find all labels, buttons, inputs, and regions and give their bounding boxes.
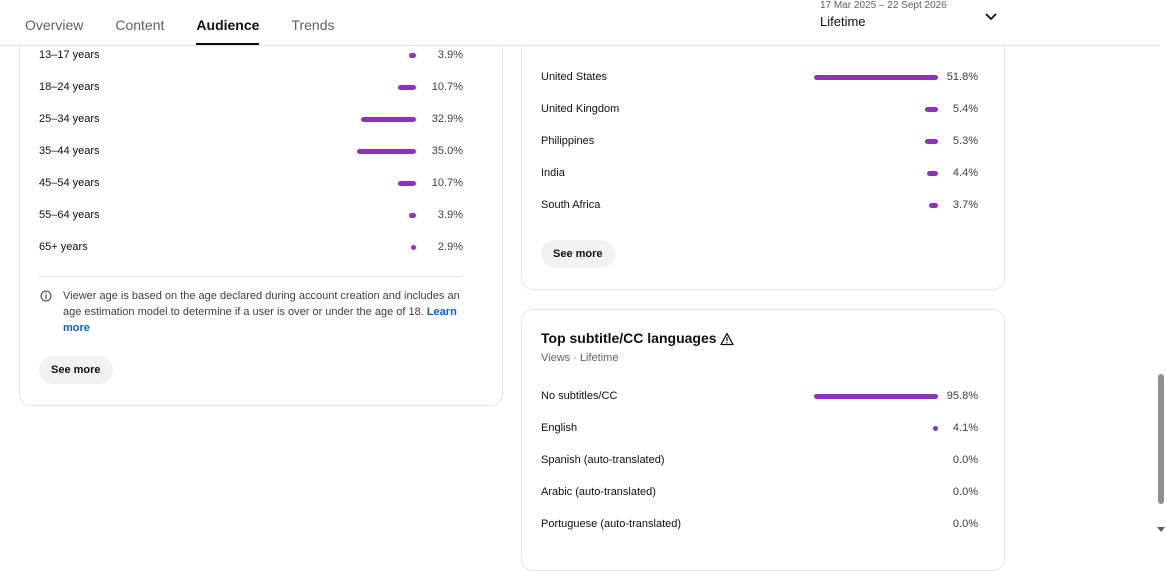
row-percent: 10.7% — [431, 177, 463, 189]
row-label: 45–54 years — [39, 177, 100, 189]
geography-row: United States 51.8% — [541, 67, 978, 87]
row-percent: 4.1% — [952, 422, 978, 434]
row-percent: 35.0% — [431, 145, 463, 157]
age-row: 25–34 years 32.9% — [39, 109, 463, 129]
viewer-age-card: 13–17 years 3.9% 18–24 years 10.7% 25–34 yea… — [19, 10, 503, 406]
row-percent: 95.8% — [946, 390, 978, 402]
row-bar — [409, 213, 416, 218]
geo-see-more-button[interactable]: See more — [541, 240, 615, 268]
age-row: 65+ years 2.9% — [39, 237, 463, 257]
tab-bar: Overview Content Audience Trends — [25, 0, 366, 45]
scroll-down-arrow-icon[interactable] — [1157, 527, 1165, 532]
row-label: Arabic (auto-translated) — [541, 486, 656, 498]
age-see-more-button[interactable]: See more — [39, 356, 113, 384]
row-percent: 0.0% — [952, 518, 978, 530]
subtitle-language-row: English 4.1% — [541, 418, 978, 438]
row-bar — [925, 107, 938, 112]
age-note-text: Viewer age is based on the age declared … — [63, 290, 460, 318]
row-bar — [398, 181, 416, 186]
row-percent: 2.9% — [437, 241, 463, 253]
tab-trends[interactable]: Trends — [291, 0, 334, 45]
row-percent: 3.9% — [437, 49, 463, 61]
row-label: Philippines — [541, 135, 595, 147]
subtitle-language-row: Arabic (auto-translated) 0.0% — [541, 482, 978, 502]
row-percent: 0.0% — [952, 486, 978, 498]
tab-audience[interactable]: Audience — [196, 0, 260, 45]
row-percent: 51.8% — [946, 71, 978, 83]
row-bar — [814, 75, 938, 80]
card-subtitle: Views · Lifetime — [541, 352, 619, 364]
row-label: India — [541, 167, 565, 179]
subtitle-language-row: Portuguese (auto-translated) 0.0% — [541, 514, 978, 534]
geography-row: South Africa 3.7% — [541, 195, 978, 215]
card-title: Top subtitle/CC languages — [541, 330, 717, 346]
geography-row: United Kingdom 5.4% — [541, 99, 978, 119]
date-range-text: 17 Mar 2025 – 22 Sept 2026 — [820, 0, 947, 11]
row-percent: 3.7% — [952, 199, 978, 211]
row-label: 65+ years — [39, 241, 88, 253]
row-bar — [929, 203, 938, 208]
divider — [39, 276, 462, 277]
age-row: 55–64 years 3.9% — [39, 205, 463, 225]
tab-content[interactable]: Content — [115, 0, 164, 45]
age-row: 45–54 years 10.7% — [39, 173, 463, 193]
age-row: 35–44 years 35.0% — [39, 141, 463, 161]
row-bar — [357, 149, 416, 154]
age-note: Viewer age is based on the age declared … — [63, 288, 463, 336]
scrollbar-thumb[interactable] — [1158, 374, 1164, 504]
date-range-selector[interactable]: 17 Mar 2025 – 22 Sept 2026 Lifetime — [820, 0, 1010, 44]
date-period-text: Lifetime — [820, 14, 866, 29]
row-percent: 5.3% — [952, 135, 978, 147]
row-label: 13–17 years — [39, 49, 100, 61]
row-label: South Africa — [541, 199, 601, 211]
row-label: 18–24 years — [39, 81, 100, 93]
subtitle-language-row: Spanish (auto-translated) 0.0% — [541, 450, 978, 470]
row-label: 25–34 years — [39, 113, 100, 125]
row-percent: 5.4% — [952, 103, 978, 115]
row-percent: 0.0% — [952, 454, 978, 466]
row-percent: 10.7% — [431, 81, 463, 93]
age-row: 18–24 years 10.7% — [39, 77, 463, 97]
chevron-down-icon — [985, 13, 997, 21]
row-label: 35–44 years — [39, 145, 100, 157]
age-row: 13–17 years 3.9% — [39, 45, 463, 65]
info-icon — [40, 290, 52, 302]
geography-row: India 4.4% — [541, 163, 978, 183]
geography-row: Philippines 5.3% — [541, 131, 978, 151]
row-label: United States — [541, 71, 608, 83]
row-label: No subtitles/CC — [541, 390, 618, 402]
row-bar — [925, 139, 938, 144]
row-label: English — [541, 422, 578, 434]
warning-icon[interactable] — [720, 332, 734, 346]
row-bar — [360, 117, 416, 122]
row-bar — [411, 245, 416, 250]
row-label: Spanish (auto-translated) — [541, 454, 665, 466]
page-scrollbar[interactable] — [1156, 0, 1166, 537]
tab-overview[interactable]: Overview — [25, 0, 83, 45]
row-bar — [814, 394, 938, 399]
row-bar — [927, 171, 938, 176]
row-label: United Kingdom — [541, 103, 620, 115]
row-label: Portuguese (auto-translated) — [541, 518, 682, 530]
top-bar: Overview Content Audience Trends 17 Mar … — [0, 0, 1160, 46]
row-label: 55–64 years — [39, 209, 100, 221]
row-percent: 4.4% — [952, 167, 978, 179]
row-percent: 32.9% — [431, 113, 463, 125]
row-bar — [398, 85, 416, 90]
subtitle-language-row: No subtitles/CC 95.8% — [541, 386, 978, 406]
subtitle-languages-card: Top subtitle/CC languages Views · Lifeti… — [521, 309, 1005, 571]
row-percent: 3.9% — [437, 209, 463, 221]
row-bar — [409, 53, 416, 58]
